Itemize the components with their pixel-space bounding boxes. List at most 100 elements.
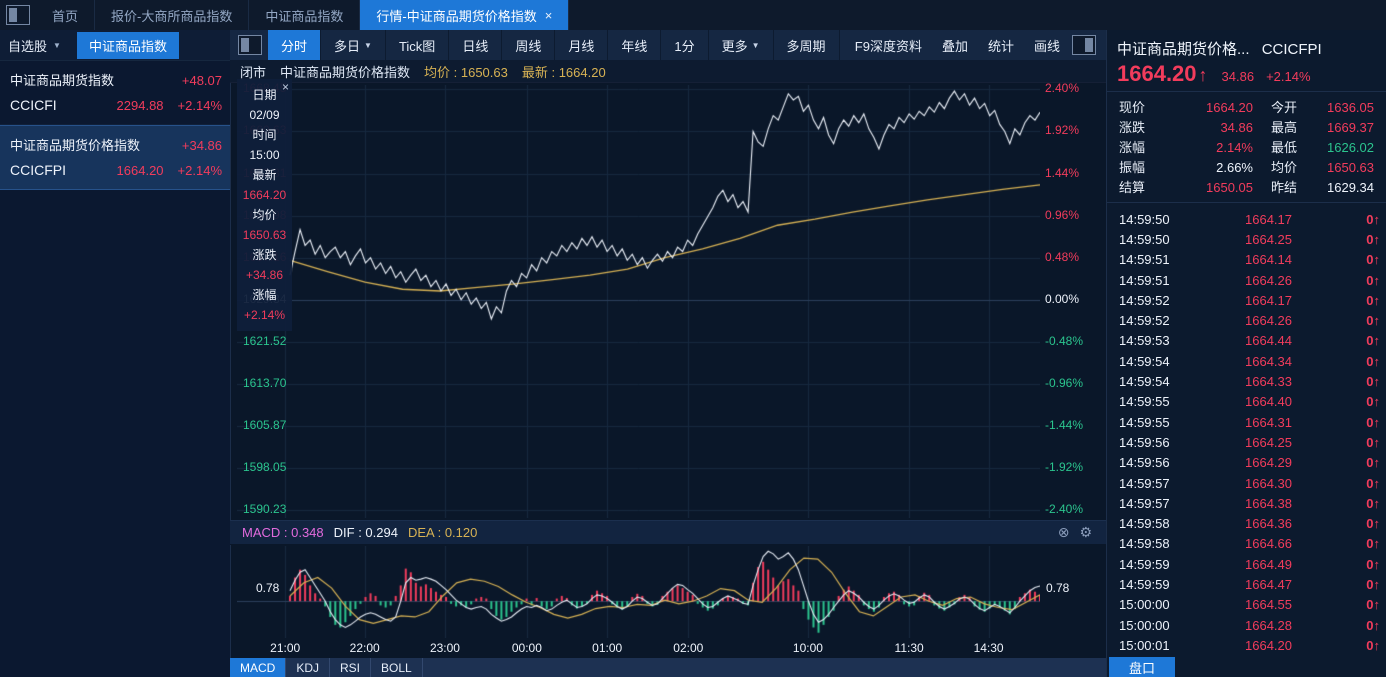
price-axis-label: 1613.70 bbox=[243, 376, 286, 390]
toolbar-button-label: 更多 bbox=[722, 36, 748, 55]
toolbar-button-日线[interactable]: 日线 bbox=[449, 30, 502, 60]
tick-volume-value: 0 bbox=[1366, 293, 1373, 308]
toolbar-button-Tick图[interactable]: Tick图 bbox=[386, 30, 449, 60]
macd-scale-right: 0.78 bbox=[1046, 581, 1069, 595]
tick-row: 14:59:551664.400↑ bbox=[1119, 392, 1380, 412]
left-panel-toggle-icon[interactable] bbox=[238, 35, 262, 55]
tick-price: 1664.49 bbox=[1191, 557, 1346, 572]
toolbar-button-叠加[interactable]: 叠加 bbox=[932, 30, 978, 60]
sidebar-toggle-icon[interactable] bbox=[6, 5, 30, 25]
toolbar-button-月线[interactable]: 月线 bbox=[555, 30, 608, 60]
tooltip-close-icon[interactable]: × bbox=[282, 81, 289, 93]
up-arrow-icon: ↑ bbox=[1374, 212, 1381, 227]
watch-item-change-pct: +2.14% bbox=[178, 94, 222, 118]
top-tab-label: 中证商品指数 bbox=[265, 6, 343, 25]
tick-time: 14:59:58 bbox=[1119, 536, 1191, 551]
tick-time: 14:59:50 bbox=[1119, 212, 1191, 227]
quote-index-code: CCICFPI bbox=[1262, 41, 1322, 58]
quote-index-name: 中证商品期货价格... bbox=[1117, 41, 1250, 58]
tick-price: 1664.20 bbox=[1191, 638, 1346, 653]
watchlist-item[interactable]: 中证商品期货价格指数+34.86CCICFPI1664.20+2.14% bbox=[0, 125, 230, 190]
toolbar-button-label: 多日 bbox=[334, 36, 360, 55]
indicator-tab-BOLL[interactable]: BOLL bbox=[371, 658, 423, 677]
indicator-settings-gear-icon[interactable]: ⚙ bbox=[1079, 524, 1092, 541]
tick-volume-value: 0 bbox=[1366, 557, 1373, 572]
macd-chart[interactable] bbox=[237, 546, 1040, 638]
tick-volume: 0↑ bbox=[1346, 557, 1380, 572]
stat-label: 最高 bbox=[1271, 118, 1313, 138]
indicator-tab-KDJ[interactable]: KDJ bbox=[286, 658, 330, 677]
up-arrow-icon: ↑ bbox=[1199, 65, 1208, 86]
right-panel-toggle-icon[interactable] bbox=[1072, 35, 1096, 55]
tick-volume: 0↑ bbox=[1346, 577, 1380, 592]
toolbar-button-周线[interactable]: 周线 bbox=[502, 30, 555, 60]
tick-volume-value: 0 bbox=[1366, 496, 1373, 511]
up-arrow-icon: ↑ bbox=[1374, 618, 1381, 633]
toolbar-button-多日[interactable]: 多日▼ bbox=[321, 30, 386, 60]
up-arrow-icon: ↑ bbox=[1374, 435, 1381, 450]
toolbar-button-分时[interactable]: 分时 bbox=[268, 30, 321, 60]
tick-row: 14:59:501664.170↑ bbox=[1119, 209, 1380, 229]
watchlist-item[interactable]: 中证商品期货指数+48.07CCICFI2294.88+2.14% bbox=[0, 61, 230, 125]
tick-price: 1664.66 bbox=[1191, 536, 1346, 551]
tick-volume: 0↑ bbox=[1346, 455, 1380, 470]
tooltip-row: 均价 bbox=[237, 205, 292, 225]
tab-close-icon[interactable]: × bbox=[545, 8, 553, 23]
tick-volume-value: 0 bbox=[1366, 354, 1373, 369]
watchlist-group-tab[interactable]: 中证商品指数 bbox=[77, 32, 179, 59]
macd-values: MACD : 0.348DIF : 0.294DEA : 0.120 bbox=[242, 525, 477, 540]
toolbar-button-更多[interactable]: 更多▼ bbox=[709, 30, 774, 60]
tick-price: 1664.31 bbox=[1191, 415, 1346, 430]
toolbar-button-label: Tick图 bbox=[399, 36, 435, 55]
macd-value-label: DEA : 0.120 bbox=[408, 525, 477, 540]
quote-change: 34.86 bbox=[1222, 69, 1255, 84]
toolbar-button-1分[interactable]: 1分 bbox=[661, 30, 708, 60]
indicator-tab-RSI[interactable]: RSI bbox=[330, 658, 371, 677]
watch-item-name: 中证商品期货指数 bbox=[10, 69, 114, 93]
percent-axis-label: 2.40% bbox=[1045, 81, 1079, 95]
order-book-tab[interactable]: 盘口 bbox=[1109, 657, 1175, 677]
toolbar-button-年线[interactable]: 年线 bbox=[608, 30, 661, 60]
tick-volume: 0↑ bbox=[1346, 618, 1380, 633]
tick-volume: 0↑ bbox=[1346, 232, 1380, 247]
indicator-tab-MACD[interactable]: MACD bbox=[230, 658, 286, 677]
top-tab-中证商品指数[interactable]: 中证商品指数 bbox=[249, 0, 360, 30]
stat-value: 1650.63 bbox=[1313, 158, 1378, 178]
time-axis-label: 01:00 bbox=[592, 641, 622, 655]
tick-volume: 0↑ bbox=[1346, 476, 1380, 491]
tick-volume: 0↑ bbox=[1346, 354, 1380, 369]
percent-axis-label: -0.48% bbox=[1045, 334, 1083, 348]
toolbar-button-F9深度资料[interactable]: F9深度资料 bbox=[845, 30, 932, 60]
toolbar-button-统计[interactable]: 统计 bbox=[978, 30, 1024, 60]
tick-time: 14:59:54 bbox=[1119, 354, 1191, 369]
tick-volume-value: 0 bbox=[1366, 516, 1373, 531]
tooltip-row: 涨跌 bbox=[237, 245, 292, 265]
up-arrow-icon: ↑ bbox=[1374, 415, 1381, 430]
stat-row: 现价1664.20今开1636.05 bbox=[1119, 98, 1378, 118]
time-axis-label: 00:00 bbox=[512, 641, 542, 655]
tick-price: 1664.25 bbox=[1191, 435, 1346, 450]
top-tab-首页[interactable]: 首页 bbox=[36, 0, 95, 30]
indicator-close-icon[interactable]: ⊗ bbox=[1058, 524, 1070, 541]
tick-list[interactable]: 14:59:501664.170↑14:59:501664.250↑14:59:… bbox=[1107, 203, 1386, 656]
tick-row: 14:59:521664.260↑ bbox=[1119, 310, 1380, 330]
tick-row: 14:59:511664.260↑ bbox=[1119, 270, 1380, 290]
watchlist-group-dropdown[interactable]: 自选股 ▼ bbox=[0, 36, 69, 55]
crosshair-tooltip: × 日期02/09时间15:00最新1664.20均价1650.63涨跌+34.… bbox=[237, 79, 292, 331]
percent-axis-label: -1.92% bbox=[1045, 460, 1083, 474]
trading-app-window: 首页报价-大商所商品指数中证商品指数行情-中证商品期货价格指数× 自选股 ▼ 中… bbox=[0, 0, 1386, 677]
tick-time: 14:59:51 bbox=[1119, 273, 1191, 288]
top-tab-行情-中证商品期货价格指数[interactable]: 行情-中证商品期货价格指数× bbox=[360, 0, 569, 30]
percent-axis-label: -0.96% bbox=[1045, 376, 1083, 390]
percent-axis-label: 1.92% bbox=[1045, 123, 1079, 137]
top-tab-报价-大商所商品指数[interactable]: 报价-大商所商品指数 bbox=[95, 0, 249, 30]
tooltip-row: 最新 bbox=[237, 165, 292, 185]
tooltip-row: +2.14% bbox=[237, 305, 292, 325]
time-axis-label: 11:30 bbox=[895, 641, 924, 655]
toolbar-button-多周期[interactable]: 多周期 bbox=[774, 30, 840, 60]
stat-value: 34.86 bbox=[1161, 118, 1253, 138]
tick-volume: 0↑ bbox=[1346, 435, 1380, 450]
up-arrow-icon: ↑ bbox=[1374, 313, 1381, 328]
toolbar-button-画线[interactable]: 画线 bbox=[1024, 30, 1070, 60]
intraday-price-chart[interactable] bbox=[237, 85, 1040, 518]
